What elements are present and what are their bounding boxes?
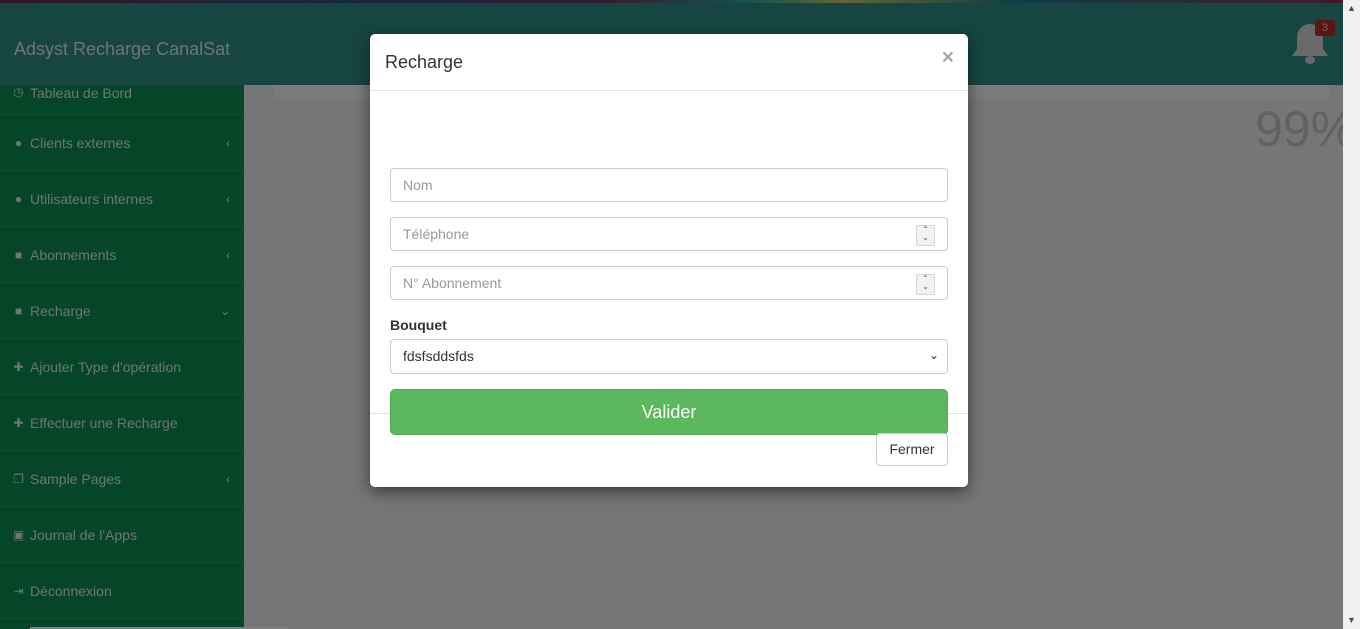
chevron-down-icon[interactable]: ⌄	[917, 234, 934, 242]
scroll-down-icon[interactable]: ▼	[1343, 612, 1360, 629]
abonnement-input[interactable]	[390, 266, 948, 300]
close-icon[interactable]: ×	[942, 46, 954, 70]
modal-title: Recharge	[385, 52, 464, 72]
recharge-modal: Recharge × ⌃ ⌄ ⌃ ⌄ Bouquet fdsfsddsfds ⌄…	[370, 34, 968, 487]
bouquet-label: Bouquet	[390, 317, 447, 333]
fermer-button[interactable]: Fermer	[876, 433, 948, 466]
chevron-down-icon: ⌄	[928, 348, 939, 362]
valider-button[interactable]: Valider	[390, 389, 948, 435]
scrollbar[interactable]	[1343, 0, 1360, 629]
scroll-up-icon[interactable]: ▲	[1343, 0, 1360, 17]
chevron-down-icon[interactable]: ⌄	[917, 283, 934, 291]
modal-body: ⌃ ⌄ ⌃ ⌄ Bouquet fdsfsddsfds ⌄ Valider	[370, 91, 968, 435]
bouquet-select[interactable]: fdsfsddsfds ⌄	[390, 339, 948, 374]
modal-header: Recharge ×	[370, 34, 968, 91]
bouquet-selected-value: fdsfsddsfds	[403, 348, 474, 364]
abonnement-spinner[interactable]: ⌃ ⌄	[916, 274, 935, 295]
telephone-input[interactable]	[390, 217, 948, 251]
telephone-spinner[interactable]: ⌃ ⌄	[916, 225, 935, 246]
nom-input[interactable]	[390, 168, 948, 202]
